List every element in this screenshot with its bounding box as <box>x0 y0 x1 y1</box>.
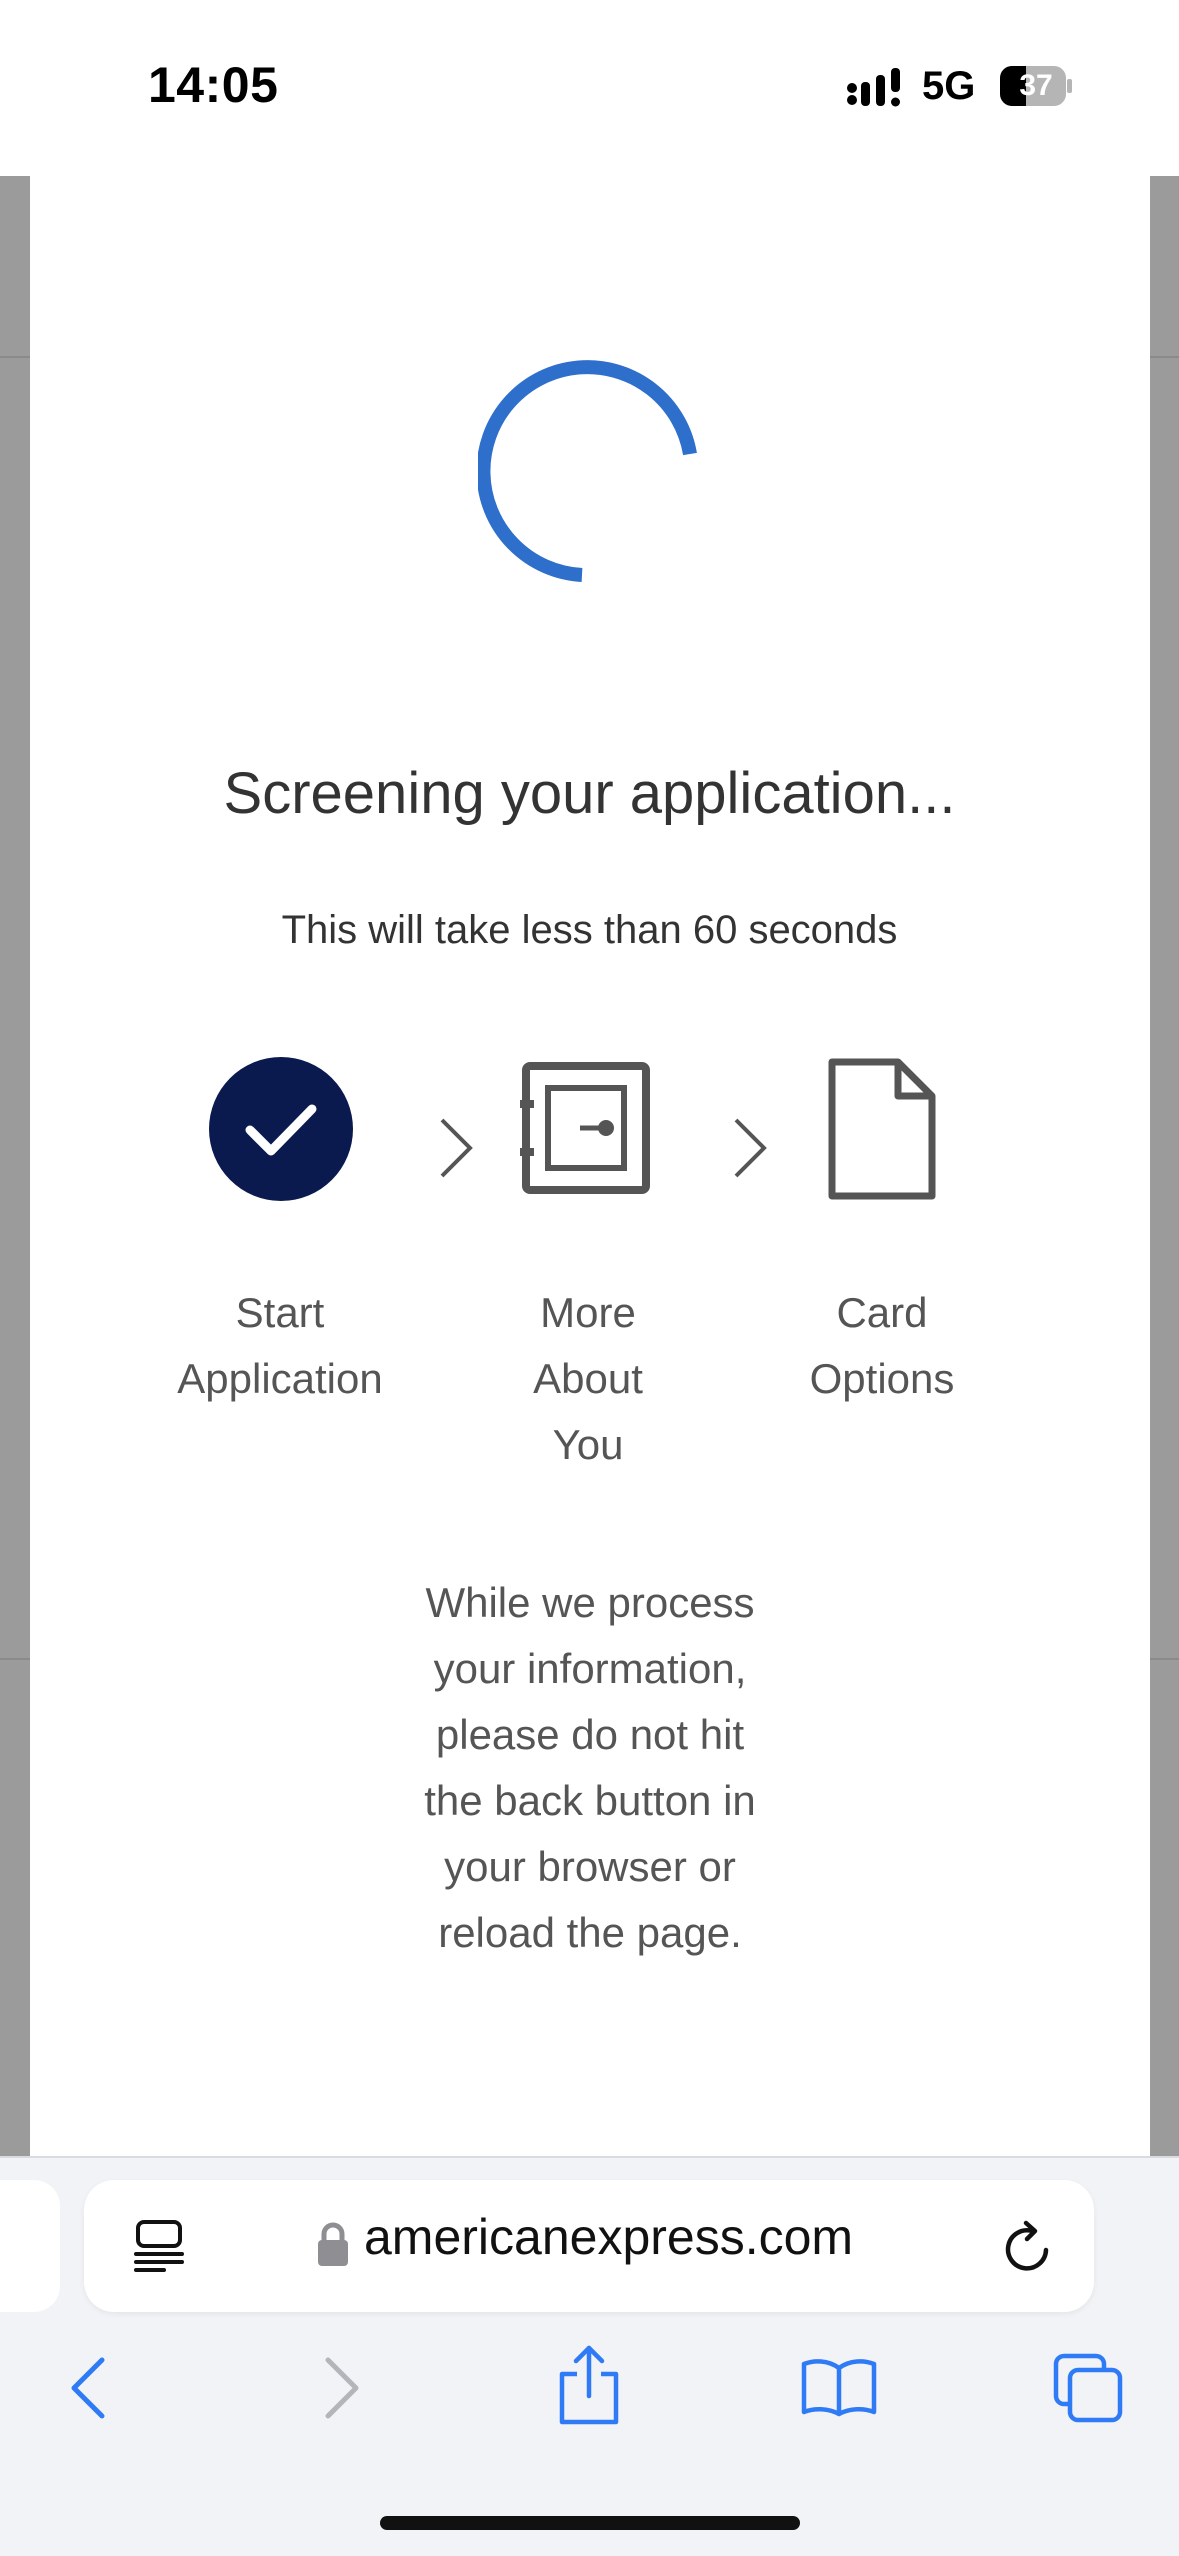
step-label-card-options: Card Options <box>809 1289 955 1402</box>
check-circle-icon <box>209 1057 353 1201</box>
url-text[interactable]: americanexpress.com <box>364 2208 853 2266</box>
cellular-signal-icon <box>847 68 900 107</box>
back-icon[interactable] <box>66 2356 110 2420</box>
home-indicator[interactable] <box>380 2516 800 2530</box>
chevron-right-icon <box>734 1118 767 1178</box>
page-divider <box>0 356 30 358</box>
page-background-left <box>0 176 30 2156</box>
battery-level: 37 <box>1019 69 1053 102</box>
safe-icon <box>520 1062 650 1194</box>
processing-notice: While we process your information, pleas… <box>424 1579 756 1956</box>
document-icon <box>828 1058 936 1200</box>
tabs-icon[interactable] <box>1052 2352 1124 2424</box>
loading-title: Screening your application... <box>223 761 956 826</box>
page-divider <box>1150 356 1179 358</box>
loading-spinner-icon <box>478 360 697 582</box>
share-icon[interactable] <box>556 2344 622 2426</box>
page-background-right <box>1150 176 1179 2156</box>
step-label-start-application: Start Application <box>177 1289 383 1402</box>
step-label-more-about-you: More About You <box>533 1289 643 1468</box>
loading-subtitle: This will take less than 60 seconds <box>281 908 898 952</box>
bookmarks-icon[interactable] <box>800 2356 878 2418</box>
forward-icon[interactable] <box>320 2356 364 2420</box>
page-divider <box>1150 1658 1179 1660</box>
previous-tab-peek[interactable] <box>0 2180 60 2312</box>
lock-icon <box>318 2222 348 2266</box>
reload-icon[interactable] <box>1000 2220 1056 2276</box>
network-type: 5G <box>922 64 976 108</box>
page-divider <box>0 1658 30 1660</box>
status-time: 14:05 <box>148 57 279 113</box>
screen: 14:05 5G 37 Screening your application..… <box>0 0 1179 2556</box>
status-bar: 14:05 5G 37 <box>0 0 1179 176</box>
reader-mode-icon[interactable] <box>134 2220 186 2272</box>
chevron-right-icon <box>440 1118 473 1178</box>
